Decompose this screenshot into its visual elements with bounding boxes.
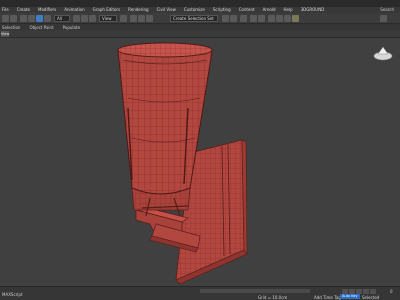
frame-field[interactable]: 0 bbox=[390, 289, 393, 294]
time-slider[interactable] bbox=[200, 289, 310, 293]
selection-filter-dropdown[interactable]: All bbox=[54, 15, 70, 22]
schematic-icon[interactable] bbox=[258, 15, 265, 22]
main-toolbar: All View Create Selection Set bbox=[0, 13, 400, 24]
status-bar: MAXScript Grid = 10.0cm Add Time Tag Aut… bbox=[0, 286, 400, 300]
angle-snap-icon[interactable] bbox=[138, 15, 145, 22]
select-icon[interactable] bbox=[36, 15, 43, 22]
ribbon-tab-object-paint[interactable]: Object Paint bbox=[29, 25, 53, 30]
key-filter-dropdown[interactable]: Selected bbox=[362, 295, 379, 300]
percent-snap-icon[interactable] bbox=[146, 15, 153, 22]
unlink-icon[interactable] bbox=[28, 15, 35, 22]
reference-coord-dropdown[interactable]: View bbox=[99, 15, 117, 22]
render-setup-icon[interactable] bbox=[276, 15, 283, 22]
material-editor-icon[interactable] bbox=[268, 15, 275, 22]
add-time-tag[interactable]: Add Time Tag bbox=[314, 295, 341, 300]
grid-readout: Grid = 10.0cm bbox=[258, 295, 288, 300]
workspace-icon[interactable] bbox=[380, 15, 387, 22]
curve-editor-icon[interactable] bbox=[250, 15, 257, 22]
viewport-tab[interactable]: View bbox=[1, 31, 9, 37]
mirror-icon[interactable] bbox=[222, 15, 229, 22]
layer-icon[interactable] bbox=[240, 15, 247, 22]
render-frame-icon[interactable] bbox=[284, 15, 291, 22]
perspective-viewport[interactable] bbox=[0, 38, 400, 286]
pivot-icon[interactable] bbox=[120, 15, 127, 22]
ribbon-tab-selection[interactable]: Selection bbox=[2, 25, 20, 30]
snap-icon[interactable] bbox=[130, 15, 137, 22]
undo-icon[interactable] bbox=[2, 15, 9, 22]
go-to-end-icon[interactable] bbox=[370, 289, 376, 294]
viewport-header: View bbox=[0, 30, 400, 38]
next-frame-icon[interactable] bbox=[363, 289, 369, 294]
model-canvas bbox=[117, 42, 393, 285]
viewcube-icon[interactable] bbox=[373, 46, 393, 61]
select-region-icon[interactable] bbox=[44, 15, 51, 22]
move-icon[interactable] bbox=[73, 15, 80, 22]
teapot-icon[interactable] bbox=[292, 15, 299, 22]
auto-key-button[interactable]: Auto Key bbox=[340, 294, 360, 299]
redo-icon[interactable] bbox=[10, 15, 17, 22]
title-bar bbox=[0, 0, 400, 7]
ribbon-tab-populate[interactable]: Populate bbox=[63, 25, 80, 30]
maxscript-listener[interactable]: MAXScript bbox=[2, 292, 23, 297]
selection-set-dropdown[interactable]: Create Selection Set bbox=[170, 15, 218, 22]
scale-icon[interactable] bbox=[89, 15, 96, 22]
link-icon[interactable] bbox=[20, 15, 27, 22]
rotate-icon[interactable] bbox=[81, 15, 88, 22]
align-icon[interactable] bbox=[230, 15, 237, 22]
